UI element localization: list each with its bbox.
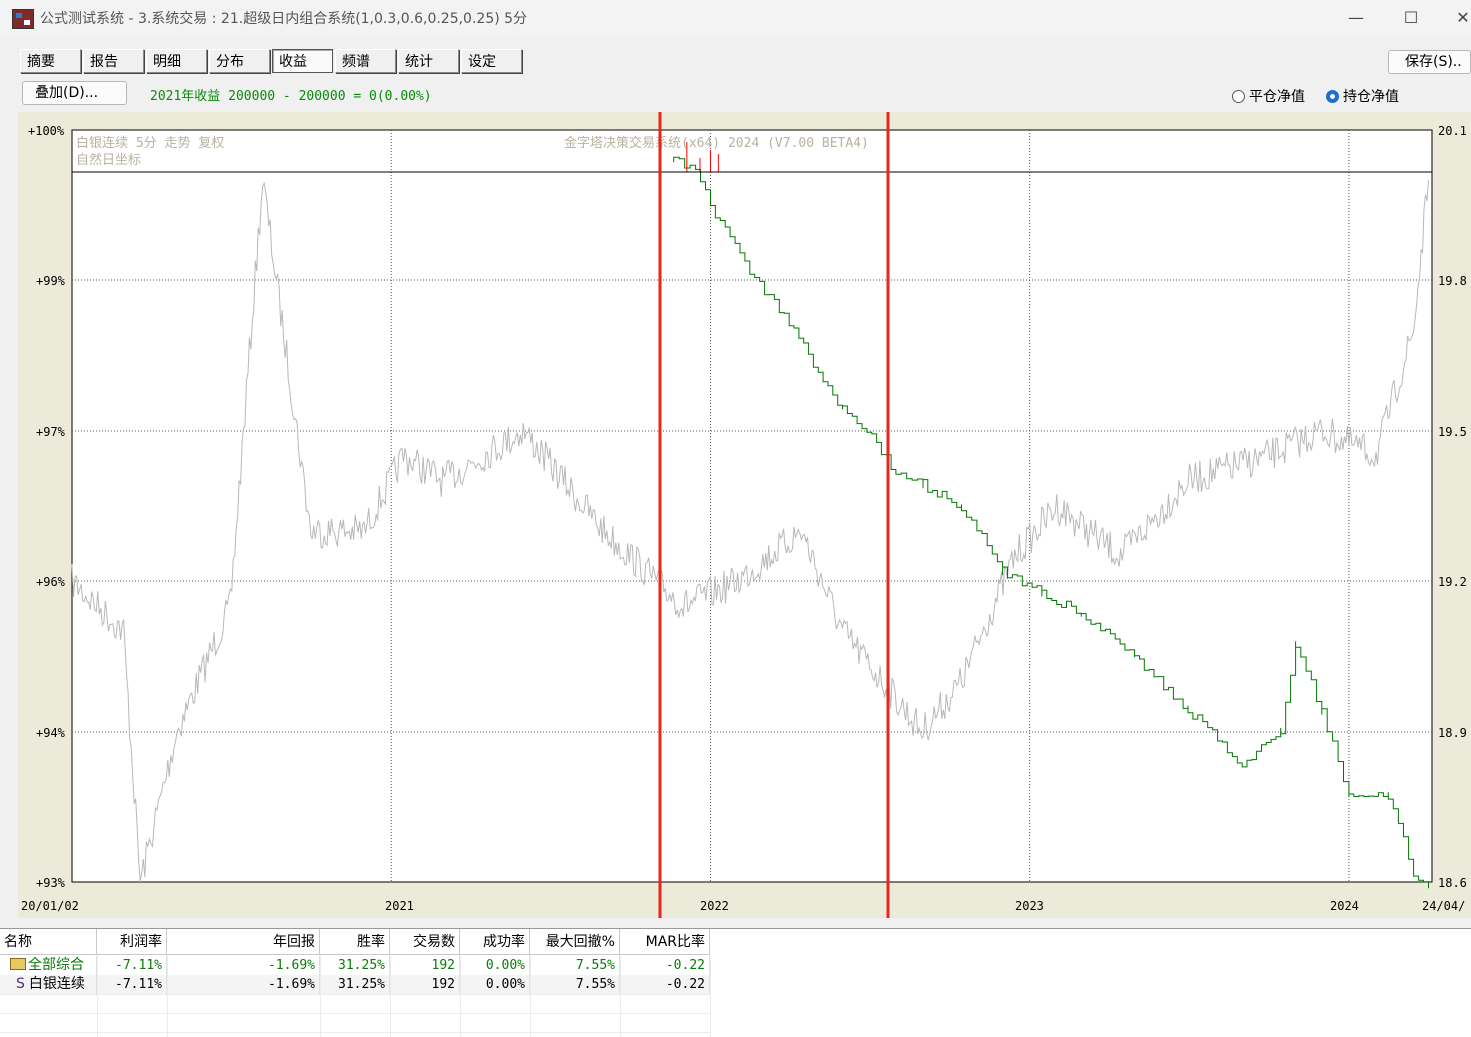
tab-summary[interactable]: 摘要 [20, 49, 81, 73]
row-divider [0, 1013, 710, 1014]
chart-svg: 白银连续 5分 走势 复权 自然日坐标 金字塔决策交易系统(x64) 2024 … [21, 112, 1467, 918]
col-header-drawdown[interactable]: 最大回撤% [530, 929, 620, 955]
title-bar: 公式测试系统 - 3.系统交易 : 21.超级日内组合系统(1,0.3,0.6,… [0, 0, 1471, 36]
series-s-icon: S [16, 976, 25, 992]
col-header-profit[interactable]: 利润率 [97, 929, 167, 955]
right-axis: 20.1 19.8 19.5 19.2 18.9 18.6 [1438, 124, 1467, 890]
plot-area [71, 129, 1433, 883]
cell-mar: -0.22 [620, 975, 710, 994]
cell-winrate: 31.25% [320, 975, 390, 994]
x-end-label: 24/04/ [1422, 899, 1465, 913]
col-header-mar[interactable]: MAR比率 [620, 929, 710, 955]
cell-drawdown: 7.55% [530, 956, 620, 975]
left-tick: +93% [36, 876, 66, 890]
tab-returns[interactable]: 收益 [272, 49, 333, 73]
col-divider [620, 955, 621, 1037]
cell-mar: -0.22 [620, 956, 710, 975]
cell-trades: 192 [390, 956, 460, 975]
left-tick: +97% [36, 425, 66, 439]
col-divider [97, 955, 98, 1037]
cell-trades: 192 [390, 975, 460, 994]
col-header-annual[interactable]: 年回报 [167, 929, 320, 955]
row-name: 全部综合 [28, 957, 84, 973]
results-table: 名称 利润率 年回报 胜率 交易数 成功率 最大回撤% MAR比率 全部综合 -… [0, 928, 1471, 1037]
radio-dot-selected-icon [1326, 90, 1339, 103]
tab-distribution[interactable]: 分布 [209, 49, 270, 73]
right-tick: 19.8 [1438, 274, 1467, 288]
right-tick: 19.5 [1438, 425, 1467, 439]
row-name: 白银连续 [28, 976, 85, 992]
overlay-button[interactable]: 叠加(D)... [22, 81, 127, 105]
radio-dot-icon [1232, 90, 1245, 103]
x-tick: 2023 [1015, 899, 1044, 913]
cell-success: 0.00% [460, 975, 530, 994]
col-header-success[interactable]: 成功率 [460, 929, 530, 955]
left-axis: +100% +99% +97% +96% +94% +93% [28, 124, 66, 890]
x-tick: 2022 [700, 899, 729, 913]
cell-winrate: 31.25% [320, 956, 390, 975]
row-divider [0, 994, 710, 995]
x-tick: 2024 [1330, 899, 1359, 913]
col-header-winrate[interactable]: 胜率 [320, 929, 390, 955]
window-title: 公式测试系统 - 3.系统交易 : 21.超级日内组合系统(1,0.3,0.6,… [40, 11, 528, 27]
col-divider [710, 955, 711, 1037]
minimize-icon[interactable]: — [1333, 4, 1379, 32]
cell-success: 0.00% [460, 956, 530, 975]
tab-detail[interactable]: 明细 [146, 49, 207, 73]
cell-profit: -7.11% [97, 956, 167, 975]
left-tick: +99% [36, 274, 66, 288]
close-icon[interactable]: ✕ [1440, 4, 1471, 32]
col-divider [460, 955, 461, 1037]
cell-annual: -1.69% [167, 956, 320, 975]
left-tick: +94% [36, 726, 66, 740]
col-header-name[interactable]: 名称 [0, 929, 97, 955]
watermark-symbol: 白银连续 5分 走势 复权 [76, 135, 224, 151]
x-start-label: 20/01/02 [21, 899, 79, 913]
app-icon [12, 9, 34, 29]
tab-statistics[interactable]: 统计 [398, 49, 459, 73]
right-tick: 19.2 [1438, 575, 1467, 589]
radio-hold-label: 持仓净值 [1343, 89, 1399, 105]
col-divider [167, 955, 168, 1037]
cell-drawdown: 7.55% [530, 975, 620, 994]
radio-hold-equity[interactable]: 持仓净值 [1326, 86, 1399, 106]
right-tick: 18.6 [1438, 876, 1467, 890]
maximize-icon[interactable]: ☐ [1388, 4, 1434, 32]
right-tick: 18.9 [1438, 726, 1467, 740]
x-axis: 20/01/02 2021 2022 2023 2024 24/04/ [21, 899, 1465, 913]
left-tick: +100% [28, 124, 65, 138]
table-row[interactable]: 全部综合 -7.11% -1.69% 31.25% 192 0.00% 7.55… [0, 956, 710, 975]
left-tick: +96% [36, 575, 66, 589]
cell-profit: -7.11% [97, 975, 167, 994]
save-button[interactable]: 保存(S).. [1388, 50, 1471, 74]
col-divider [390, 955, 391, 1037]
cell-annual: -1.69% [167, 975, 320, 994]
col-header-trades[interactable]: 交易数 [390, 929, 460, 955]
annual-return-text: 2021年收益 200000 - 200000 = 0(0.00%) [150, 89, 432, 104]
x-tick: 2021 [385, 899, 414, 913]
col-divider [530, 955, 531, 1037]
watermark-app: 金字塔决策交易系统(x64) 2024 (V7.00 BETA4) [564, 135, 869, 151]
equity-chart[interactable]: 白银连续 5分 走势 复权 自然日坐标 金字塔决策交易系统(x64) 2024 … [18, 112, 1471, 918]
radio-close-label: 平仓净值 [1249, 89, 1305, 105]
table-row[interactable]: S 白银连续 -7.11% -1.69% 31.25% 192 0.00% 7.5… [0, 975, 710, 994]
tab-settings[interactable]: 设定 [461, 49, 522, 73]
row-divider [0, 1032, 710, 1033]
col-divider [320, 955, 321, 1037]
right-tick: 20.1 [1438, 124, 1467, 138]
folder-icon [10, 958, 26, 970]
tab-spectrum[interactable]: 频谱 [335, 49, 396, 73]
radio-close-equity[interactable]: 平仓净值 [1232, 86, 1305, 106]
tab-report[interactable]: 报告 [83, 49, 144, 73]
watermark-axis-mode: 自然日坐标 [76, 152, 141, 168]
